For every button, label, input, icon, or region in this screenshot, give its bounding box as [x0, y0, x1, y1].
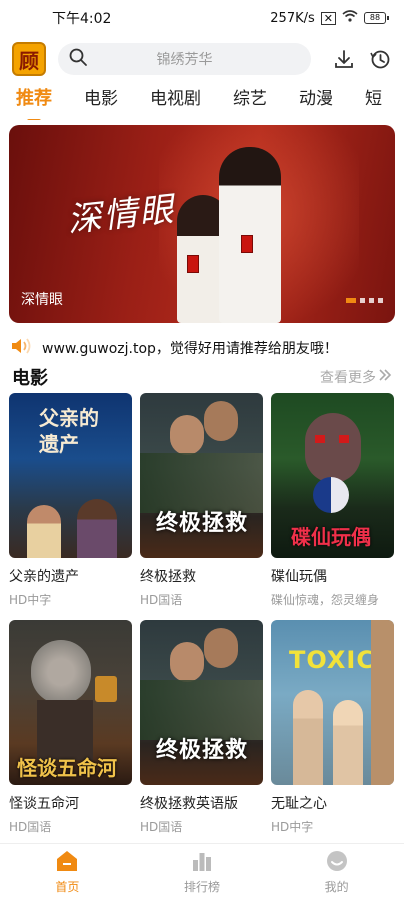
poster-figure [204, 628, 238, 668]
poster-title-art: 碟仙玩偶 [291, 525, 371, 549]
tab-movies[interactable]: 电影 [84, 84, 118, 120]
movie-title[interactable]: 碟仙玩偶 [271, 566, 394, 586]
movie-poster[interactable]: 怪谈五命河 [9, 620, 132, 785]
search-icon [68, 47, 88, 71]
category-tabs: 推荐 电影 电视剧 综艺 动漫 短 [0, 84, 404, 120]
tab-recommend[interactable]: 推荐 [16, 84, 52, 120]
movie-card[interactable]: 终极拯救 终极拯救 HD国语 [140, 393, 263, 608]
poster-title-art: 终极拯救 [156, 738, 249, 763]
top-bar: 顾 锦绣芳华 [0, 36, 404, 82]
poster-figure [293, 690, 323, 785]
view-more-label[interactable]: 查看更多 [320, 367, 376, 387]
tab-tv-series[interactable]: 电视剧 [150, 84, 201, 120]
nav-home-label[interactable]: 首页 [55, 878, 79, 895]
movie-title[interactable]: 父亲的遗产 [9, 566, 132, 586]
poster-figure-bodies [140, 453, 263, 513]
movie-subtitle: HD中字 [271, 820, 314, 834]
poster-figure-bodies [140, 680, 263, 740]
banner-pagination [346, 298, 383, 303]
movie-subtitle: HD国语 [9, 820, 52, 834]
poster-title-art: TOXIC [289, 646, 375, 674]
banner-label: 深情眼 [21, 292, 63, 308]
movie-subtitle: HD国语 [140, 820, 183, 834]
movie-subtitle: HD国语 [140, 593, 183, 607]
pagination-dot-active [346, 298, 356, 303]
poster-title-art: 终极拯救 [156, 511, 249, 536]
status-time: 下午4:02 [52, 11, 112, 27]
search-bar[interactable]: 锦绣芳华 [58, 43, 311, 75]
movie-card[interactable]: 怪谈五命河 怪谈五命河 HD国语 [9, 620, 132, 835]
wifi-icon [342, 10, 358, 26]
nav-ranking-label[interactable]: 排行榜 [184, 878, 220, 895]
poster-figure [77, 499, 117, 558]
network-speed: 257K/s [270, 10, 315, 26]
yin-yang-icon [313, 477, 349, 513]
pagination-dot [369, 298, 374, 303]
status-indicators: 257K/s ✕ 88 [270, 10, 389, 26]
movie-poster[interactable]: TOXIC [271, 620, 394, 785]
history-icon[interactable] [367, 46, 393, 72]
movie-subtitle: HD中字 [9, 593, 52, 607]
poster-figure [170, 642, 204, 682]
movie-poster[interactable]: 碟仙玩偶 [271, 393, 394, 558]
double-chevron-right-icon [378, 369, 392, 385]
notice-text: www.guwozj.top，觉得好用请推荐给朋友哦！ [42, 341, 338, 357]
movie-card[interactable]: 碟仙玩偶 碟仙玩偶 碟仙惊魂，怨灵缠身 [271, 393, 394, 608]
pagination-dot [360, 298, 365, 303]
movie-poster[interactable]: 终极拯救 [140, 620, 263, 785]
featured-banner[interactable]: 深情眼 深情眼 [9, 125, 395, 323]
movie-title[interactable]: 怪谈五命河 [9, 793, 132, 813]
sim-icon: ✕ [320, 11, 336, 25]
nav-ranking[interactable]: 排行榜 [135, 844, 270, 901]
poster-title-art: 怪谈五命河 [17, 756, 117, 780]
poster-figure [305, 413, 361, 483]
movie-title[interactable]: 终极拯救英语版 [140, 793, 263, 813]
notice-bar: www.guwozj.top，觉得好用请推荐给朋友哦！ [10, 335, 338, 361]
pagination-dot [378, 298, 383, 303]
nav-profile-label[interactable]: 我的 [325, 878, 349, 895]
nav-profile[interactable]: 我的 [269, 844, 404, 901]
download-icon[interactable] [331, 46, 357, 72]
app-logo: 顾 [12, 42, 46, 76]
battery-icon: 88 [364, 12, 389, 24]
movie-title[interactable]: 终极拯救 [140, 566, 263, 586]
poster-figure [31, 640, 91, 704]
poster-figure [204, 401, 238, 441]
profile-icon [326, 850, 348, 875]
poster-figure [27, 505, 61, 558]
poster-eye [315, 435, 325, 443]
poster-figure [170, 415, 204, 455]
poster-figure [371, 620, 394, 785]
poster-eye [339, 435, 349, 443]
movie-poster[interactable]: 终极拯救 [140, 393, 263, 558]
poster-figure-body [37, 700, 93, 760]
tab-short[interactable]: 短 [365, 84, 382, 120]
status-bar: 下午4:02 257K/s ✕ 88 [0, 0, 404, 36]
marriage-certificate-icon [187, 255, 199, 273]
section-title: 电影 [12, 368, 48, 389]
ranking-icon [191, 850, 213, 875]
search-placeholder[interactable]: 锦绣芳华 [88, 49, 311, 69]
movie-title[interactable]: 无耻之心 [271, 793, 394, 813]
lantern-icon [95, 676, 117, 702]
movie-subtitle: 碟仙惊魂，怨灵缠身 [271, 593, 380, 607]
nav-home[interactable]: 首页 [0, 844, 135, 901]
movie-card[interactable]: 父亲的遗产 父亲的遗产 HD中字 [9, 393, 132, 608]
poster-title-art: 父亲的遗产 [39, 406, 99, 456]
speaker-icon [10, 336, 36, 360]
movie-card[interactable]: 终极拯救 终极拯救英语版 HD国语 [140, 620, 263, 835]
tab-variety[interactable]: 综艺 [233, 84, 267, 120]
home-icon [56, 850, 78, 875]
poster-figure [333, 700, 363, 785]
movies-section-header: 电影 查看更多 [12, 364, 392, 390]
view-more-link[interactable]: 查看更多 [320, 367, 392, 387]
tab-anime[interactable]: 动漫 [299, 84, 333, 120]
marriage-certificate-icon [241, 235, 253, 253]
movie-card[interactable]: TOXIC 无耻之心 HD中字 [271, 620, 394, 835]
bottom-navigation: 首页 排行榜 我的 [0, 843, 404, 901]
movie-poster[interactable]: 父亲的遗产 [9, 393, 132, 558]
